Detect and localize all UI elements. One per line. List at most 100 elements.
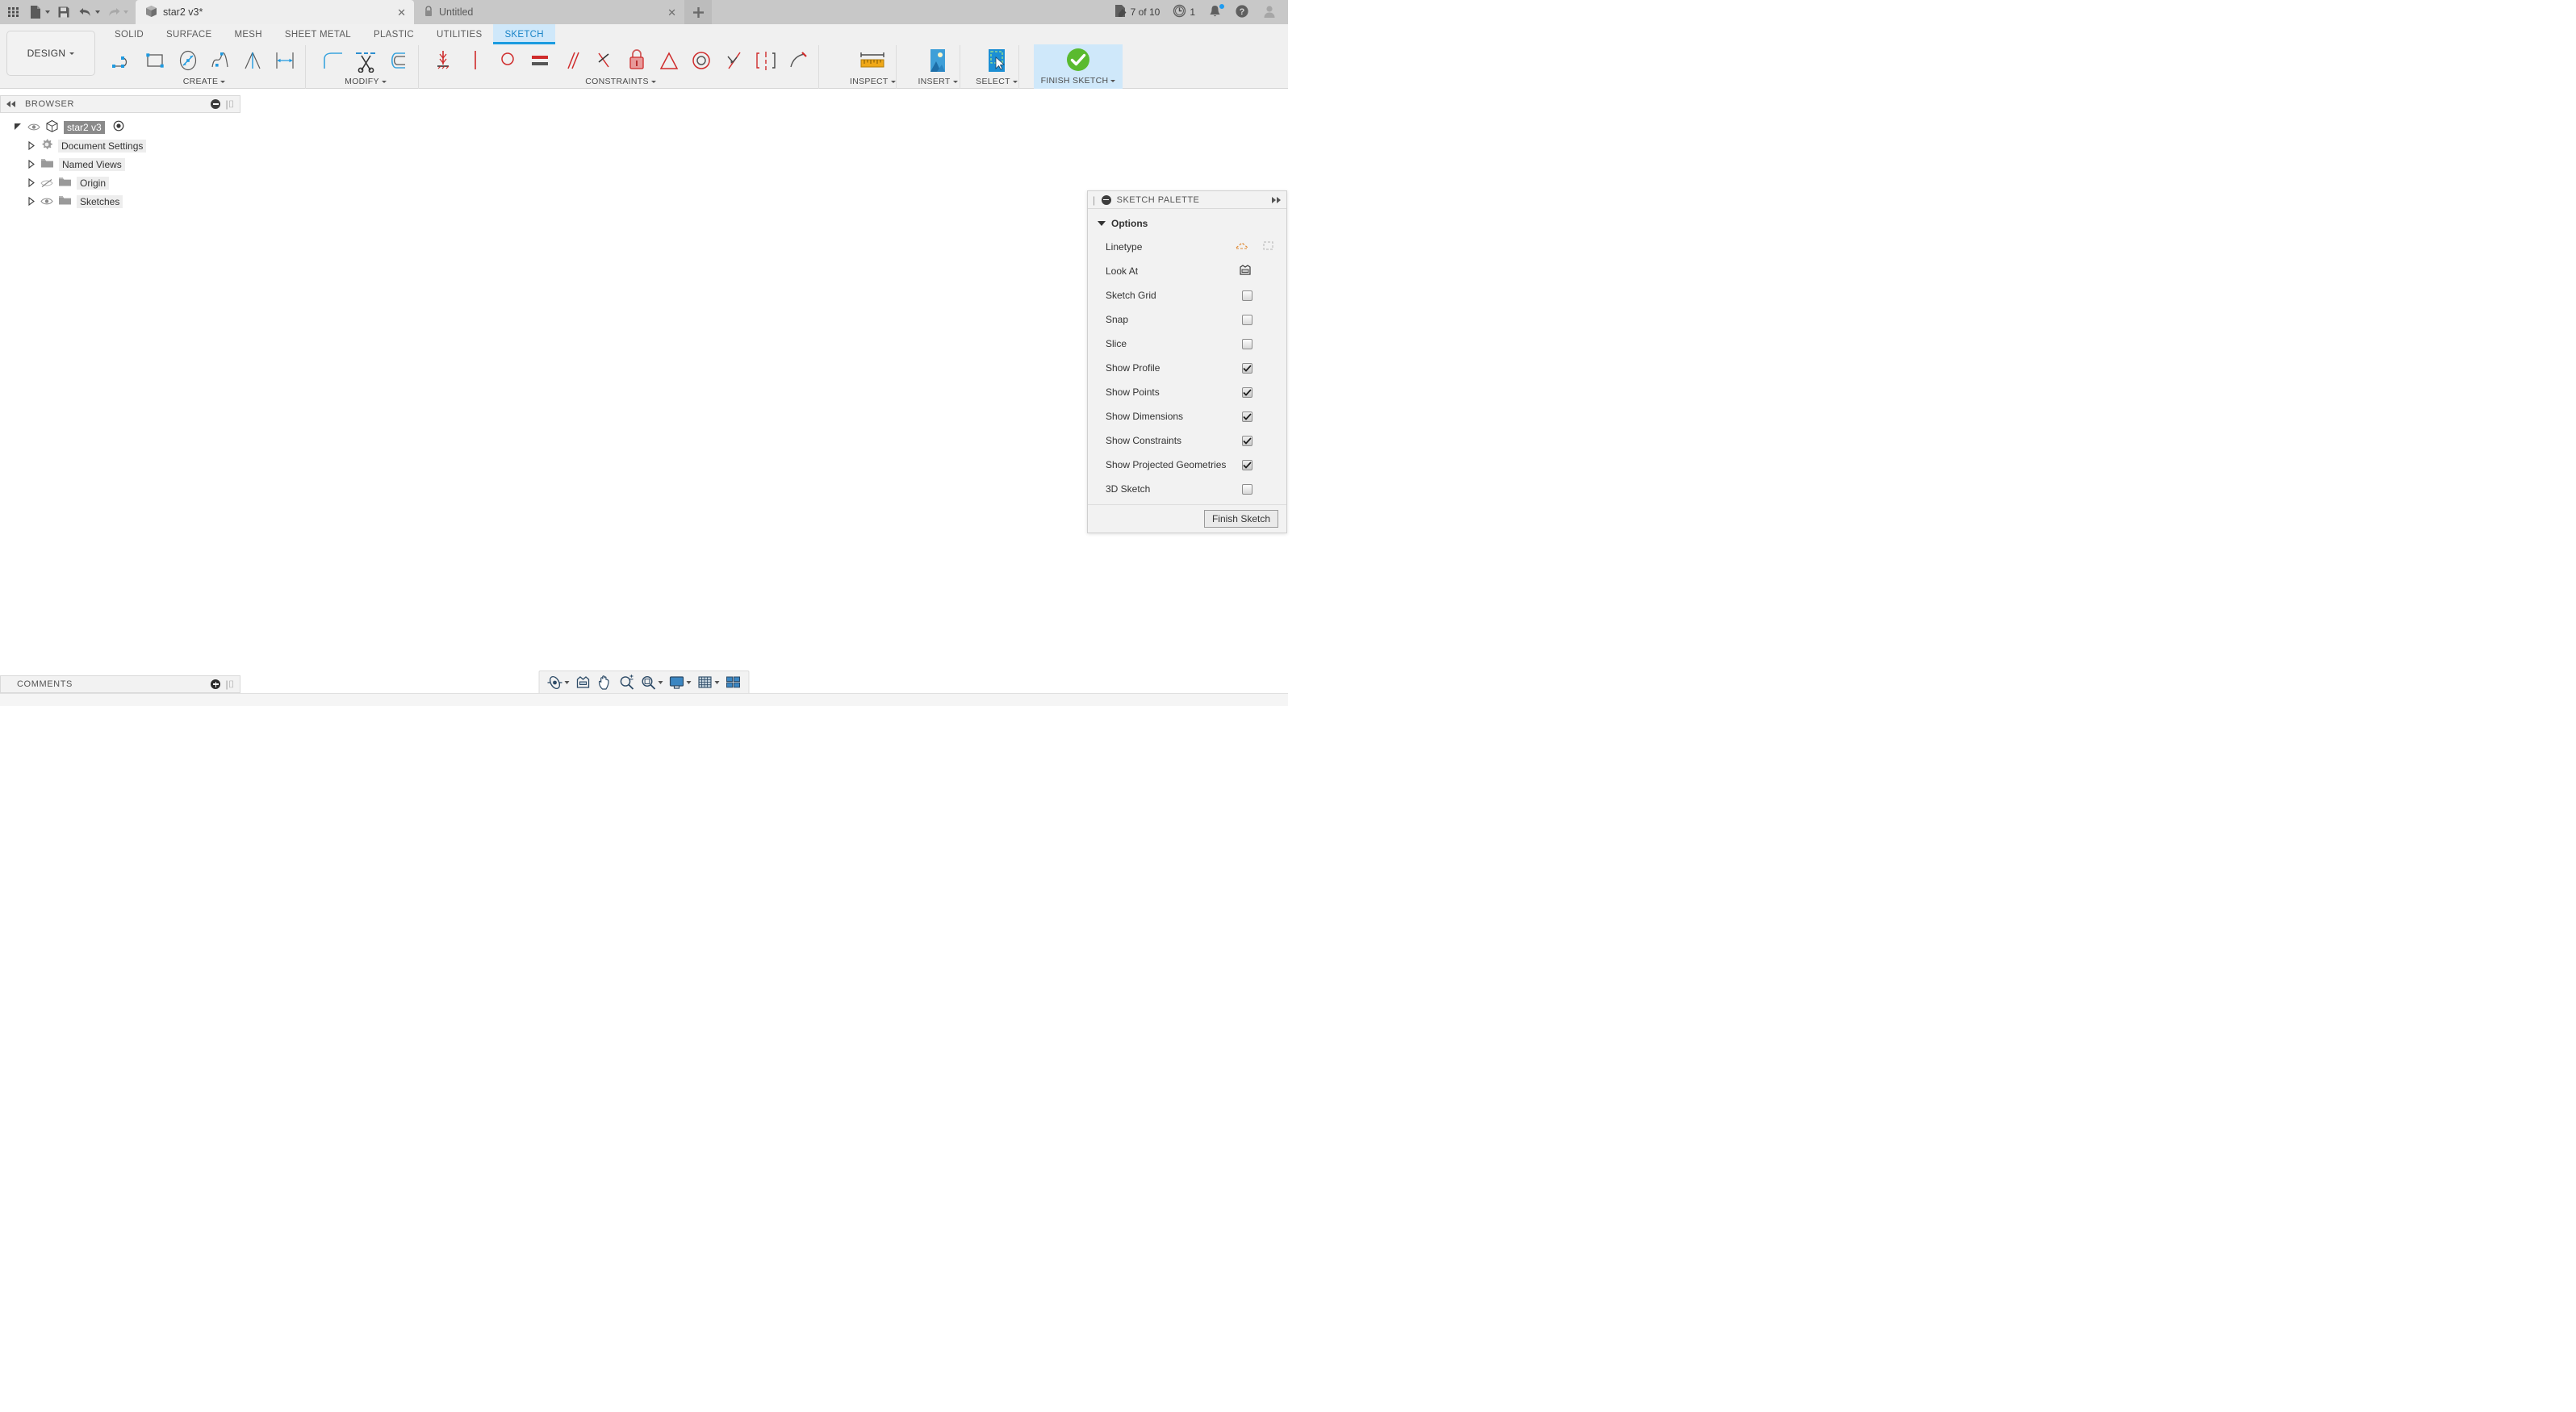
panel-label-constraints[interactable]: CONSTRAINTS	[585, 76, 656, 87]
tab-surface[interactable]: SURFACE	[155, 24, 223, 44]
tab-sketch[interactable]: SKETCH	[493, 24, 556, 44]
browser-item-origin[interactable]: Origin	[0, 173, 240, 192]
curvature-icon[interactable]	[783, 45, 813, 76]
horizontal-vertical-icon[interactable]	[428, 45, 458, 76]
document-tab-untitled[interactable]: Untitled ✕	[414, 0, 684, 24]
line-icon[interactable]	[108, 45, 139, 76]
comments-panel[interactable]: COMMENTS |⌷	[0, 675, 240, 693]
app-grid-icon[interactable]	[3, 1, 24, 23]
panel-label-inspect[interactable]: INSPECT	[850, 76, 896, 87]
look-at-icon[interactable]	[1238, 264, 1252, 279]
equal-icon[interactable]	[525, 45, 555, 76]
midpoint-icon[interactable]	[718, 45, 749, 76]
minimize-icon[interactable]	[211, 99, 221, 109]
disclosure-closed-icon[interactable]	[26, 141, 36, 151]
show-points-checkbox[interactable]	[1242, 386, 1252, 398]
pan-icon[interactable]	[595, 672, 616, 693]
add-comment-icon[interactable]	[211, 679, 221, 689]
sketch-grid-checkbox[interactable]	[1242, 290, 1252, 301]
activate-component-radio[interactable]	[113, 120, 124, 134]
tab-solid[interactable]: SOLID	[103, 24, 155, 44]
view-cube[interactable]: FRONT Y X Z	[1169, 105, 1265, 182]
slice-checkbox[interactable]	[1242, 338, 1252, 349]
fix-icon[interactable]	[621, 45, 652, 76]
rectangle-icon[interactable]	[140, 45, 171, 76]
coincident-icon[interactable]	[460, 45, 491, 76]
polygon-icon[interactable]	[237, 45, 268, 76]
undo-dropdown-icon[interactable]	[95, 10, 100, 14]
browser-item-document-settings[interactable]: Document Settings	[0, 136, 240, 155]
zoom-icon[interactable]	[617, 672, 638, 693]
construction-line-icon[interactable]	[1235, 240, 1248, 254]
help-button[interactable]: ?	[1228, 0, 1256, 24]
notifications-button[interactable]	[1202, 0, 1228, 24]
panel-label-select[interactable]: SELECT	[976, 76, 1018, 87]
insert-image-icon[interactable]	[921, 44, 955, 77]
undo-icon[interactable]	[75, 1, 96, 23]
browser-item-named-views[interactable]: Named Views	[0, 155, 240, 173]
circle-icon[interactable]	[173, 45, 203, 76]
visibility-eye-icon[interactable]	[27, 121, 40, 134]
snap-checkbox[interactable]	[1242, 314, 1252, 325]
panel-finish-sketch[interactable]: FINISH SKETCH	[1034, 44, 1123, 89]
disclosure-closed-icon[interactable]	[26, 160, 36, 169]
fillet-icon[interactable]	[318, 45, 349, 76]
spline-icon[interactable]	[205, 45, 236, 76]
show-projected-geometries-checkbox[interactable]	[1242, 459, 1252, 470]
collapse-left-icon[interactable]	[6, 100, 17, 108]
zoom-window-dropdown-icon[interactable]	[658, 681, 663, 684]
disclosure-open-icon[interactable]	[13, 123, 23, 132]
visibility-eye-off-icon[interactable]	[40, 177, 53, 190]
minimize-icon[interactable]	[1101, 194, 1111, 205]
account-button[interactable]	[1256, 0, 1283, 24]
redo-dropdown-icon[interactable]	[123, 10, 128, 14]
measure-icon[interactable]	[855, 44, 889, 77]
concentric-icon[interactable]	[686, 45, 717, 76]
new-file-dropdown-icon[interactable]	[45, 10, 50, 14]
options-section-header[interactable]: Options	[1088, 214, 1286, 235]
tab-sheet-metal[interactable]: SHEET METAL	[274, 24, 362, 44]
tab-mesh[interactable]: MESH	[223, 24, 273, 44]
redo-icon[interactable]	[103, 1, 124, 23]
disclosure-closed-icon[interactable]	[26, 178, 36, 188]
parallel-icon[interactable]	[557, 45, 588, 76]
tab-plastic[interactable]: PLASTIC	[362, 24, 425, 44]
grid-settings-dropdown-icon[interactable]	[714, 681, 720, 684]
show-dimensions-checkbox[interactable]	[1242, 411, 1252, 422]
display-settings-dropdown-icon[interactable]	[686, 681, 692, 684]
symmetry-icon[interactable]	[751, 45, 781, 76]
show-constraints-checkbox[interactable]	[1242, 435, 1252, 446]
grid-settings-icon[interactable]	[695, 672, 716, 693]
tab-utilities[interactable]: UTILITIES	[425, 24, 493, 44]
orbit-dropdown-icon[interactable]	[564, 681, 570, 684]
offset-icon[interactable]	[383, 45, 413, 76]
resize-grip-icon[interactable]: |⌷	[225, 679, 235, 691]
resize-grip-icon[interactable]: |	[1093, 194, 1096, 206]
panel-label-modify[interactable]: MODIFY	[345, 76, 387, 87]
panel-label-create[interactable]: CREATE	[183, 76, 226, 87]
finish-sketch-button[interactable]: Finish Sketch	[1203, 510, 1278, 528]
3d-sketch-checkbox[interactable]	[1242, 483, 1252, 495]
close-icon[interactable]: ✕	[386, 7, 406, 18]
history-indicator[interactable]: 1	[1166, 0, 1202, 24]
expand-right-icon[interactable]	[1270, 196, 1282, 204]
disclosure-closed-icon[interactable]	[26, 197, 36, 207]
design-workspace-button[interactable]: DESIGN	[6, 31, 95, 76]
perpendicular-constraint-icon[interactable]	[589, 45, 620, 76]
resize-grip-icon[interactable]: |⌷	[225, 98, 235, 111]
panel-label-insert[interactable]: INSERT	[918, 76, 958, 87]
orbit-icon[interactable]	[545, 672, 566, 693]
browser-item-star2[interactable]: star2 v3	[0, 118, 240, 136]
edits-indicator[interactable]: 7 of 10	[1107, 0, 1167, 24]
new-tab-button[interactable]	[684, 0, 712, 24]
save-icon[interactable]	[53, 1, 74, 23]
display-settings-icon[interactable]	[667, 672, 688, 693]
select-window-icon[interactable]	[980, 44, 1014, 77]
new-file-icon[interactable]	[25, 1, 46, 23]
look-at-icon[interactable]	[573, 672, 594, 693]
finish-sketch-check-icon[interactable]	[1061, 44, 1095, 76]
trim-icon[interactable]	[350, 45, 381, 76]
sketch-dimension-icon[interactable]	[270, 45, 300, 76]
centerline-icon[interactable]	[1261, 240, 1275, 254]
browser-item-sketches[interactable]: Sketches	[0, 192, 240, 211]
